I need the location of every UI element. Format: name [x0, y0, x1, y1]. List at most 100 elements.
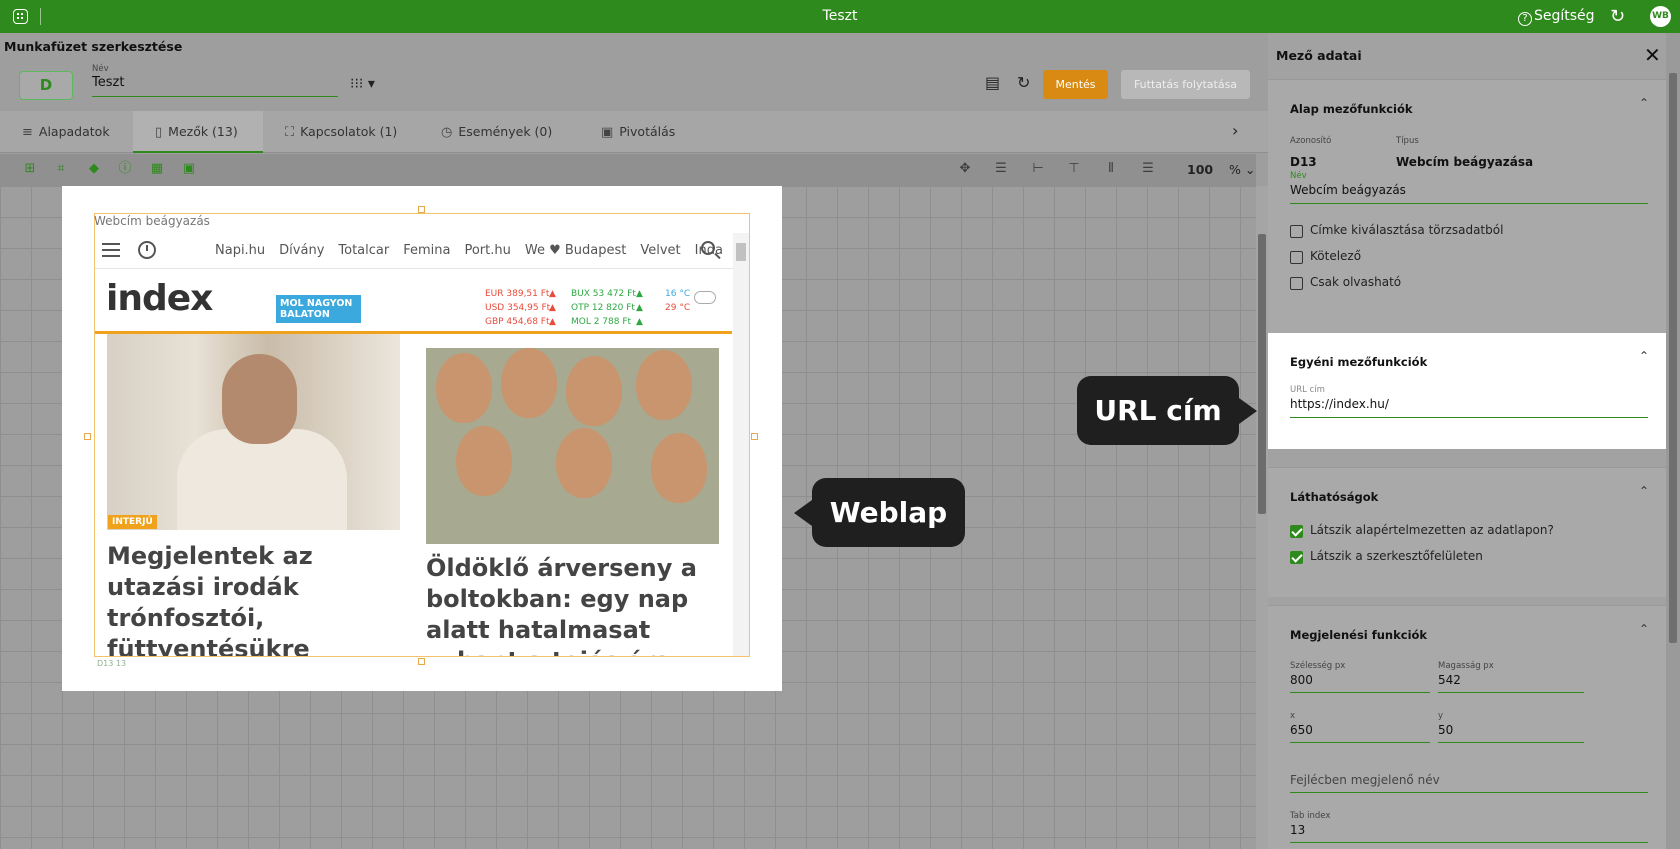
fields-icon: ▯: [155, 125, 163, 140]
crop-icon[interactable]: ⌗: [53, 161, 69, 177]
resize-handle[interactable]: [418, 206, 425, 213]
align-top-icon[interactable]: ⊤: [1066, 161, 1082, 177]
checkbox-label-from-master[interactable]: [1290, 225, 1303, 238]
avatar[interactable]: WB: [1650, 6, 1671, 27]
reload-icon[interactable]: ↻: [1017, 73, 1030, 92]
article-image[interactable]: [426, 348, 719, 544]
fx-rates-right: BUX 53 472 Ft OTP 12 820 Ft MOL 2 788 Ft: [571, 287, 636, 329]
continue-run-button[interactable]: Futtatás folytatása: [1121, 70, 1250, 99]
chevron-up-icon[interactable]: ⌃: [1639, 484, 1649, 498]
tab-index-input[interactable]: 13: [1290, 823, 1305, 837]
url-label: URL cím: [1290, 385, 1325, 395]
nav-link[interactable]: Port.hu: [464, 243, 510, 258]
article-headline[interactable]: Megjelentek az utazási irodák trónfosztó…: [107, 541, 407, 656]
clipboard-icon[interactable]: ▤: [985, 73, 1000, 92]
y-input[interactable]: 50: [1438, 723, 1453, 737]
checkbox-label: Csak olvasható: [1310, 275, 1402, 289]
events-icon: ◷: [441, 125, 453, 140]
chevron-down-icon: ⌄: [1244, 162, 1256, 177]
field-id-label: D13 13: [97, 659, 126, 668]
zoom-value[interactable]: 100: [1187, 162, 1213, 177]
align-middle-icon[interactable]: ☰: [1140, 161, 1156, 177]
checkbox-label: Kötelező: [1310, 249, 1362, 263]
callout-weblap: Weblap: [794, 478, 965, 547]
grid-menu-button[interactable]: ⁝⁝⁝ ▾: [350, 76, 375, 92]
site-scrollbar[interactable]: [733, 233, 749, 656]
resize-handle[interactable]: [751, 433, 758, 440]
nav-link[interactable]: Dívány: [279, 243, 324, 258]
checkbox-visible-editor[interactable]: [1290, 551, 1303, 564]
resize-handle[interactable]: [84, 433, 91, 440]
promo-banner[interactable]: MOL NAGYON BALATON: [276, 295, 361, 323]
photo-shape: [436, 353, 492, 423]
scrollbar-thumb[interactable]: [736, 243, 746, 261]
save-button[interactable]: Mentés: [1043, 70, 1108, 99]
tab-pivotalas[interactable]: ▣ Pivotálás: [601, 111, 711, 153]
url-input[interactable]: https://index.hu/: [1290, 397, 1389, 411]
chevron-up-icon[interactable]: ⌃: [1639, 349, 1649, 363]
help-label: Segítség: [1534, 8, 1595, 24]
name-input[interactable]: Webcím beágyazás: [1290, 183, 1406, 197]
article-image[interactable]: [107, 334, 400, 530]
chevron-up-icon[interactable]: ⌃: [1639, 96, 1649, 110]
table-icon[interactable]: ▦: [149, 161, 165, 177]
section-custom: Egyéni mezőfunkciók ⌃ URL cím https://in…: [1268, 333, 1666, 449]
info-icon[interactable]: ⓘ: [117, 161, 133, 177]
panel-scrollbar[interactable]: [1666, 33, 1680, 849]
tab-kapcsolatok[interactable]: ⛶ Kapcsolatok (1): [285, 111, 415, 153]
scrollbar-thumb[interactable]: [1258, 234, 1266, 514]
close-icon[interactable]: ✕: [1644, 43, 1661, 67]
clock-icon[interactable]: [138, 241, 156, 259]
nav-link[interactable]: We ♥ Budapest: [525, 243, 627, 258]
height-input[interactable]: 542: [1438, 673, 1461, 687]
name-input[interactable]: Teszt: [92, 75, 338, 97]
add-field-icon[interactable]: ⊞: [22, 161, 38, 177]
align-center-icon[interactable]: ⦀: [1103, 161, 1119, 177]
nav-link[interactable]: Totalcar: [338, 243, 389, 258]
relations-icon: ⛶: [285, 125, 295, 140]
tab-esemenyek[interactable]: ◷ Események (0): [441, 111, 571, 153]
embedded-website[interactable]: Napi.hu Dívány Totalcar Femina Port.hu We ♥ B…: [95, 233, 749, 656]
chevron-right-icon[interactable]: ›: [1232, 121, 1238, 140]
width-input[interactable]: 800: [1290, 673, 1313, 687]
canvas-scrollbar[interactable]: [1256, 186, 1268, 849]
site-nav: Napi.hu Dívány Totalcar Femina Port.hu We ♥ B…: [95, 233, 749, 269]
move-icon[interactable]: ✥: [957, 161, 973, 177]
distribute-icon[interactable]: ☰: [993, 161, 1009, 177]
top-bar: Teszt ? Segítség ↻ WB: [0, 0, 1680, 33]
photo-shape: [177, 429, 347, 530]
checkbox-required[interactable]: [1290, 251, 1303, 264]
section-basic: Alap mezőfunkciók ⌃ Azonosító D13 Típus …: [1268, 79, 1666, 345]
section-title: Egyéni mezőfunkciók: [1290, 355, 1428, 369]
stock-rate: BUX 53 472 Ft: [571, 289, 636, 299]
layout-icon[interactable]: ▣: [181, 161, 197, 177]
tag-icon[interactable]: ◆: [86, 161, 102, 177]
tab-mezok[interactable]: ▯ Mezők (13): [133, 111, 263, 153]
nav-link[interactable]: Napi.hu: [215, 243, 265, 258]
resize-handle[interactable]: [418, 658, 425, 665]
nav-link[interactable]: Femina: [403, 243, 450, 258]
site-nav-links: Napi.hu Dívány Totalcar Femina Port.hu We ♥ B…: [215, 243, 737, 258]
input-underline: [1290, 792, 1648, 793]
nav-link[interactable]: Velvet: [640, 243, 680, 258]
hamburger-icon[interactable]: [102, 243, 120, 245]
tab-label: Alapadatok: [38, 124, 110, 139]
zoom-unit-select[interactable]: % ⌄: [1229, 162, 1255, 177]
scrollbar-thumb[interactable]: [1669, 73, 1677, 643]
article-headline[interactable]: Öldöklő árverseny a boltokban: egy nap a…: [426, 553, 716, 656]
chevron-up-icon[interactable]: ⌃: [1639, 622, 1649, 636]
help-link[interactable]: ? Segítség: [1518, 8, 1595, 26]
input-underline: [1438, 692, 1584, 693]
search-icon[interactable]: [701, 241, 715, 255]
checkbox-readonly[interactable]: [1290, 277, 1303, 290]
header-name-input[interactable]: Fejlécben megjelenő név: [1290, 773, 1440, 787]
checkbox-visible-datasheet[interactable]: [1290, 525, 1303, 538]
align-left-icon[interactable]: ⊢: [1030, 161, 1046, 177]
site-logo[interactable]: index: [106, 278, 213, 319]
app-title: Teszt: [822, 8, 858, 24]
photo-shape: [566, 356, 622, 426]
x-input[interactable]: 650: [1290, 723, 1313, 737]
workbook-avatar-button[interactable]: D: [19, 71, 73, 100]
tab-alapadatok[interactable]: ≡ Alapadatok: [22, 111, 132, 153]
refresh-icon[interactable]: ↻: [1610, 6, 1625, 27]
